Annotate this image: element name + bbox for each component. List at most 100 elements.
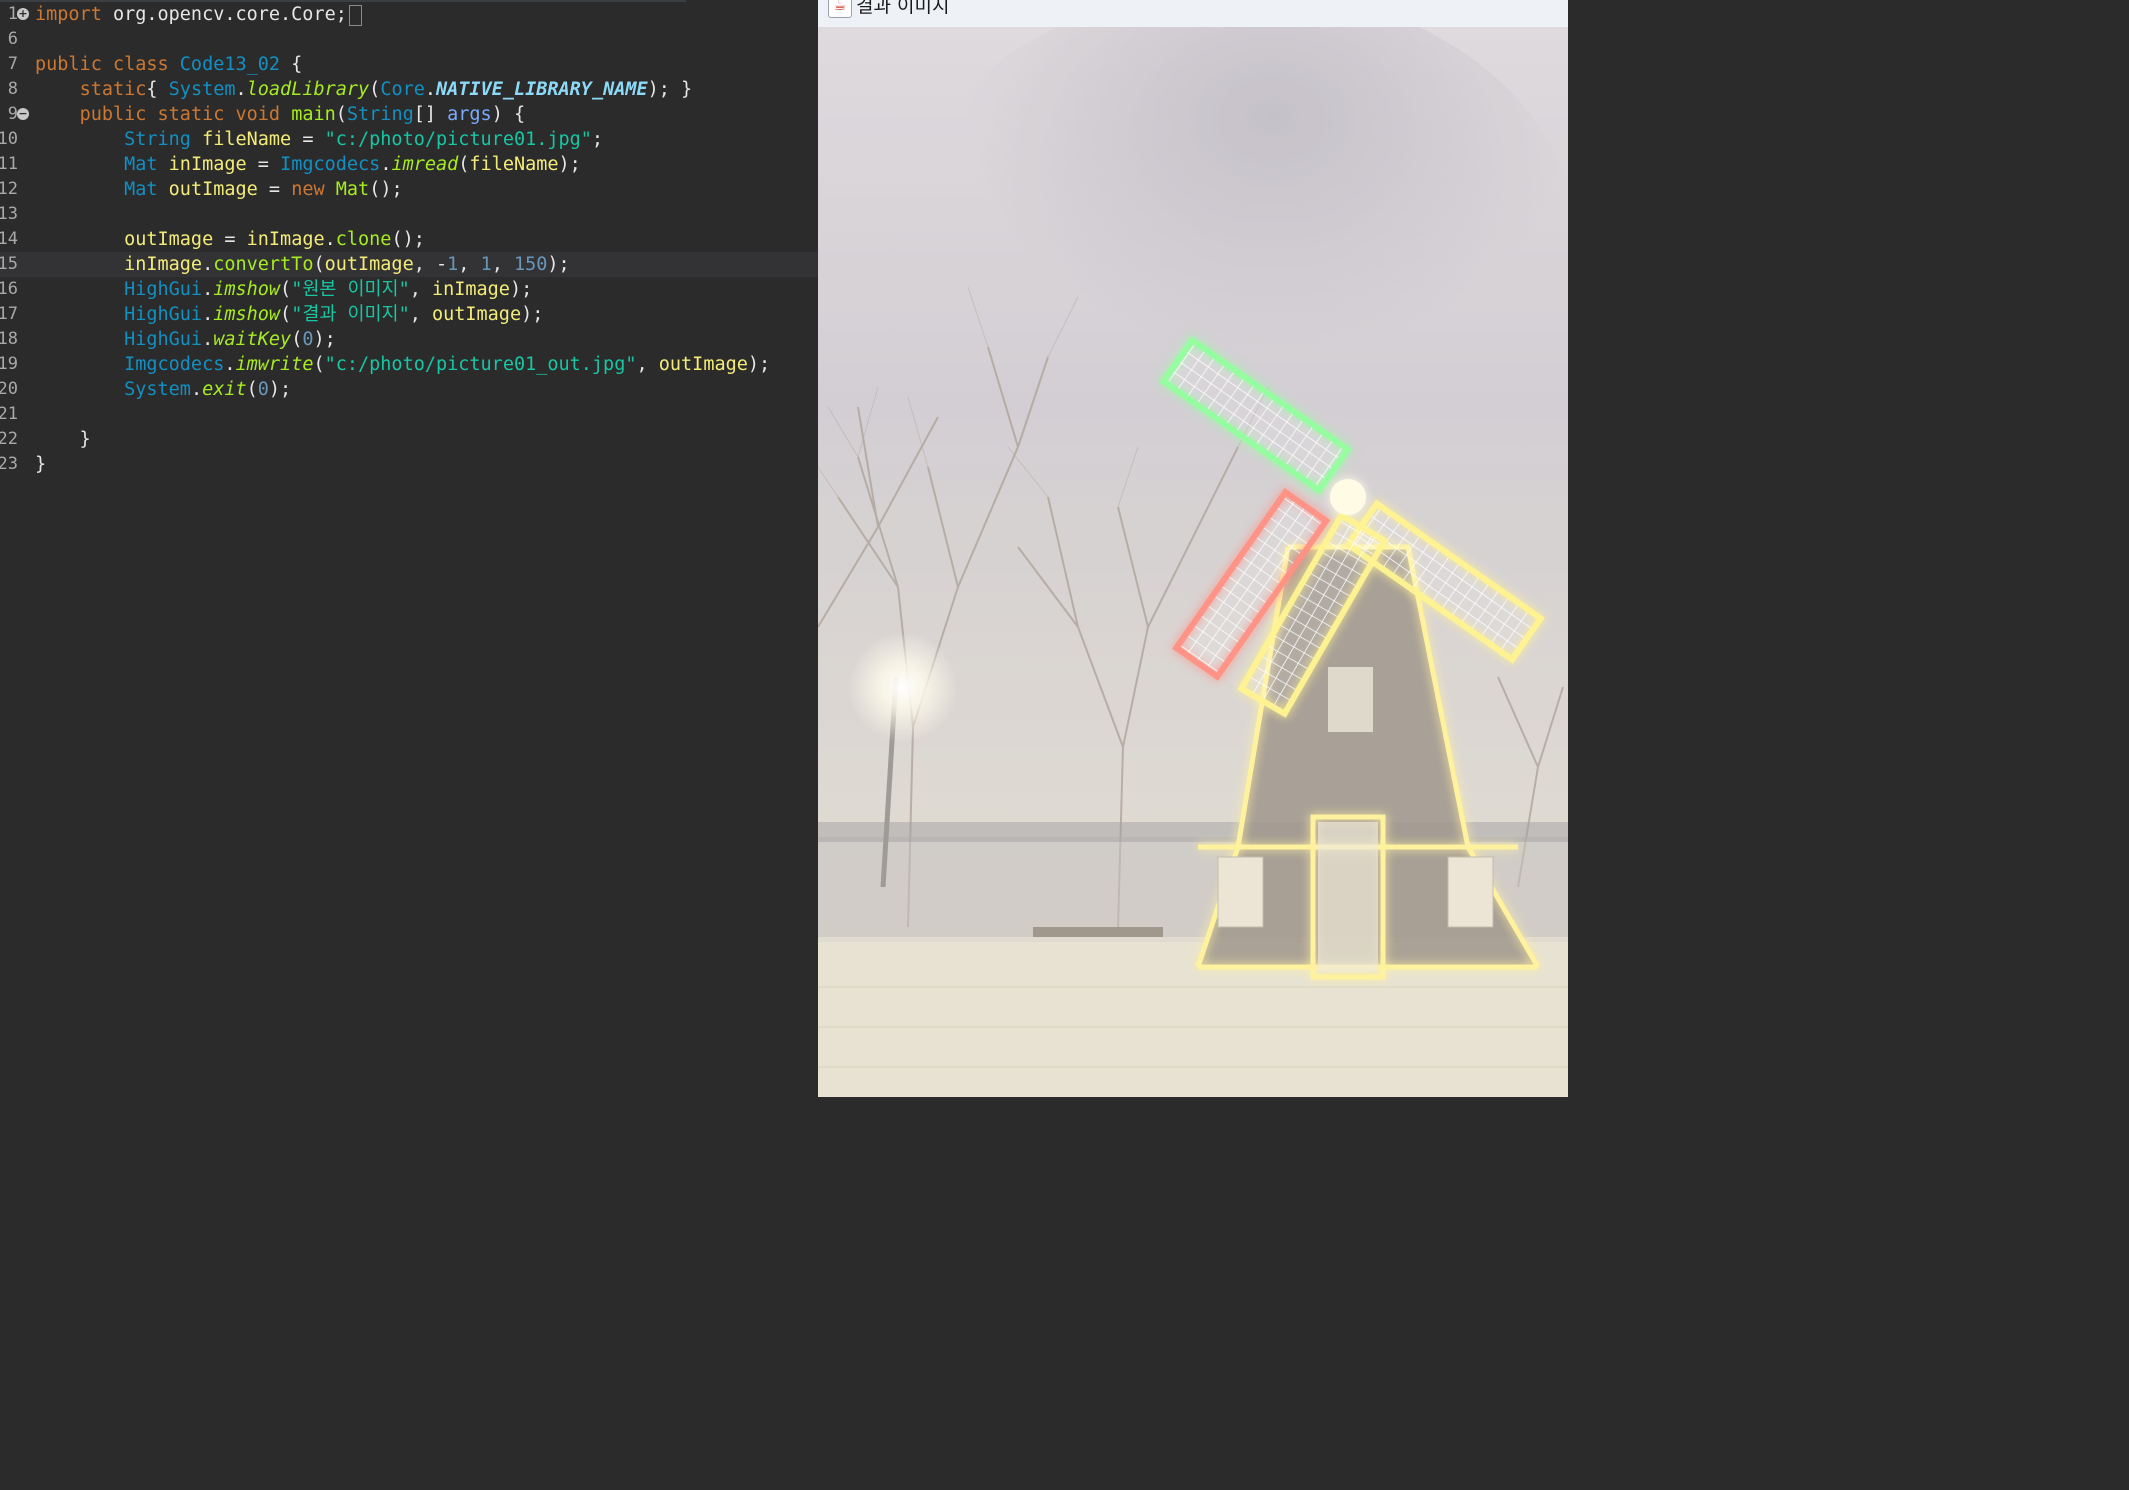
code-token: String (346, 104, 414, 125)
code-text[interactable]: inImage.convertTo(outImage, -1, 1, 150); (35, 252, 570, 277)
code-token: . (202, 254, 214, 275)
code-token: ); (268, 379, 292, 400)
line-number: 16 (0, 279, 18, 299)
code-text[interactable]: HighGui.imshow("결과 이미지", outImage); (35, 302, 543, 327)
code-token: , - (413, 254, 448, 275)
code-line[interactable]: 23} (0, 452, 818, 477)
code-token: = (246, 154, 281, 175)
code-line[interactable]: 21 (0, 402, 818, 427)
code-token: clone (335, 229, 392, 250)
code-token: loadLibrary (246, 79, 370, 100)
code-token: Imgcodecs (280, 154, 381, 175)
code-token: outImage (658, 354, 748, 375)
code-token: ( (313, 254, 325, 275)
code-text[interactable]: outImage = inImage.clone(); (35, 227, 425, 252)
window-title: 결과 이미지 (856, 0, 950, 17)
code-token: outImage (168, 179, 258, 200)
line-number: 20 (0, 379, 18, 399)
code-token: public static void (79, 104, 292, 125)
code-text[interactable]: public class Code13_02 { (35, 52, 302, 77)
code-token: inImage (431, 279, 510, 300)
code-token: fileName (202, 129, 292, 150)
code-token: imshow (213, 304, 281, 325)
code-text[interactable]: Imgcodecs.imwrite("c:/photo/picture01_ou… (35, 352, 770, 377)
code-token: Core (380, 79, 425, 100)
code-token: "c:/photo/picture01_out.jpg" (324, 354, 637, 375)
code-line[interactable]: 15 inImage.convertTo(outImage, -1, 1, 15… (0, 252, 818, 277)
code-token: waitKey (213, 329, 292, 350)
code-text[interactable]: String fileName = "c:/photo/picture01.jp… (35, 127, 603, 152)
code-line[interactable]: 14 outImage = inImage.clone(); (0, 227, 818, 252)
code-line[interactable]: 7 public class Code13_02 { (0, 52, 818, 77)
line-number: 18 (0, 329, 18, 349)
code-token: (); (369, 179, 403, 200)
code-line[interactable]: 10 String fileName = "c:/photo/picture01… (0, 127, 818, 152)
code-token: inImage (246, 229, 325, 250)
code-token: ( (335, 104, 347, 125)
line-number: 21 (0, 404, 18, 424)
code-token: . (202, 304, 214, 325)
code-line[interactable]: 18 HighGui.waitKey(0); (0, 327, 818, 352)
code-token: System (168, 79, 236, 100)
code-token: 150 (513, 254, 548, 275)
fold-collapse-icon[interactable]: − (17, 108, 29, 120)
code-text[interactable]: System.exit(0); (35, 377, 291, 402)
code-token: outImage (124, 229, 214, 250)
code-token: ); (547, 254, 570, 275)
code-token: ( (280, 279, 292, 300)
code-editor[interactable]: 1 + import org.opencv.core.Core; 6 7 public c… (0, 0, 818, 1097)
code-text[interactable]: public static void main(String[] args) { (35, 102, 526, 127)
code-token: , (409, 304, 432, 325)
code-token: Mat (124, 154, 158, 175)
code-text[interactable]: } (35, 452, 46, 477)
line-number: 8 (7, 79, 18, 99)
result-image-window[interactable]: ☕ 결과 이미지 (818, 0, 1568, 1097)
fold-expand-icon[interactable]: + (17, 8, 29, 20)
code-text[interactable]: import org.opencv.core.Core; (35, 2, 362, 27)
code-line[interactable]: 20 System.exit(0); (0, 377, 818, 402)
folded-import-marker[interactable] (348, 4, 362, 26)
code-text[interactable]: HighGui.imshow("원본 이미지", inImage); (35, 277, 532, 302)
code-token: 1 (447, 254, 459, 275)
code-token: { (280, 54, 303, 75)
code-line[interactable]: 1 + import org.opencv.core.Core; (0, 2, 818, 27)
window-titlebar[interactable]: ☕ 결과 이미지 (818, 0, 1568, 28)
code-token: args (447, 104, 492, 125)
code-token: System (124, 379, 191, 400)
code-text[interactable]: Mat inImage = Imgcodecs.imread(fileName)… (35, 152, 581, 177)
code-line[interactable]: 12 Mat outImage = new Mat(); (0, 177, 818, 202)
code-token: HighGui (124, 279, 203, 300)
code-token: . (424, 79, 437, 100)
code-token: . (380, 154, 392, 175)
code-line[interactable]: 17 HighGui.imshow("결과 이미지", outImage); (0, 302, 818, 327)
code-text[interactable]: Mat outImage = new Mat(); (35, 177, 403, 202)
code-line[interactable]: 11 Mat inImage = Imgcodecs.imread(fileNa… (0, 152, 818, 177)
code-token: NATIVE_LIBRARY_NAME (436, 79, 648, 100)
code-token: . (190, 379, 203, 400)
code-token: ); (509, 279, 533, 300)
code-line[interactable]: 13 (0, 202, 818, 227)
code-text[interactable]: HighGui.waitKey(0); (35, 327, 336, 352)
code-line[interactable]: 9− public static void main(String[] args… (0, 102, 818, 127)
code-token: = (257, 179, 292, 200)
code-line[interactable]: 6 (0, 27, 818, 52)
code-line[interactable]: 22 } (0, 427, 818, 452)
code-text[interactable]: } (35, 427, 91, 452)
code-line[interactable]: 16 HighGui.imshow("원본 이미지", inImage); (0, 277, 818, 302)
code-text[interactable]: static{ System.loadLibrary(Core.NATIVE_L… (35, 77, 693, 102)
line-number: 10 (0, 129, 18, 149)
line-number: 14 (0, 229, 18, 249)
code-line[interactable]: 8 static{ System.loadLibrary(Core.NATIVE… (0, 77, 818, 102)
code-token: ( (313, 354, 325, 375)
code-token: ); (521, 304, 544, 325)
code-line[interactable]: 19 Imgcodecs.imwrite("c:/photo/picture01… (0, 352, 818, 377)
